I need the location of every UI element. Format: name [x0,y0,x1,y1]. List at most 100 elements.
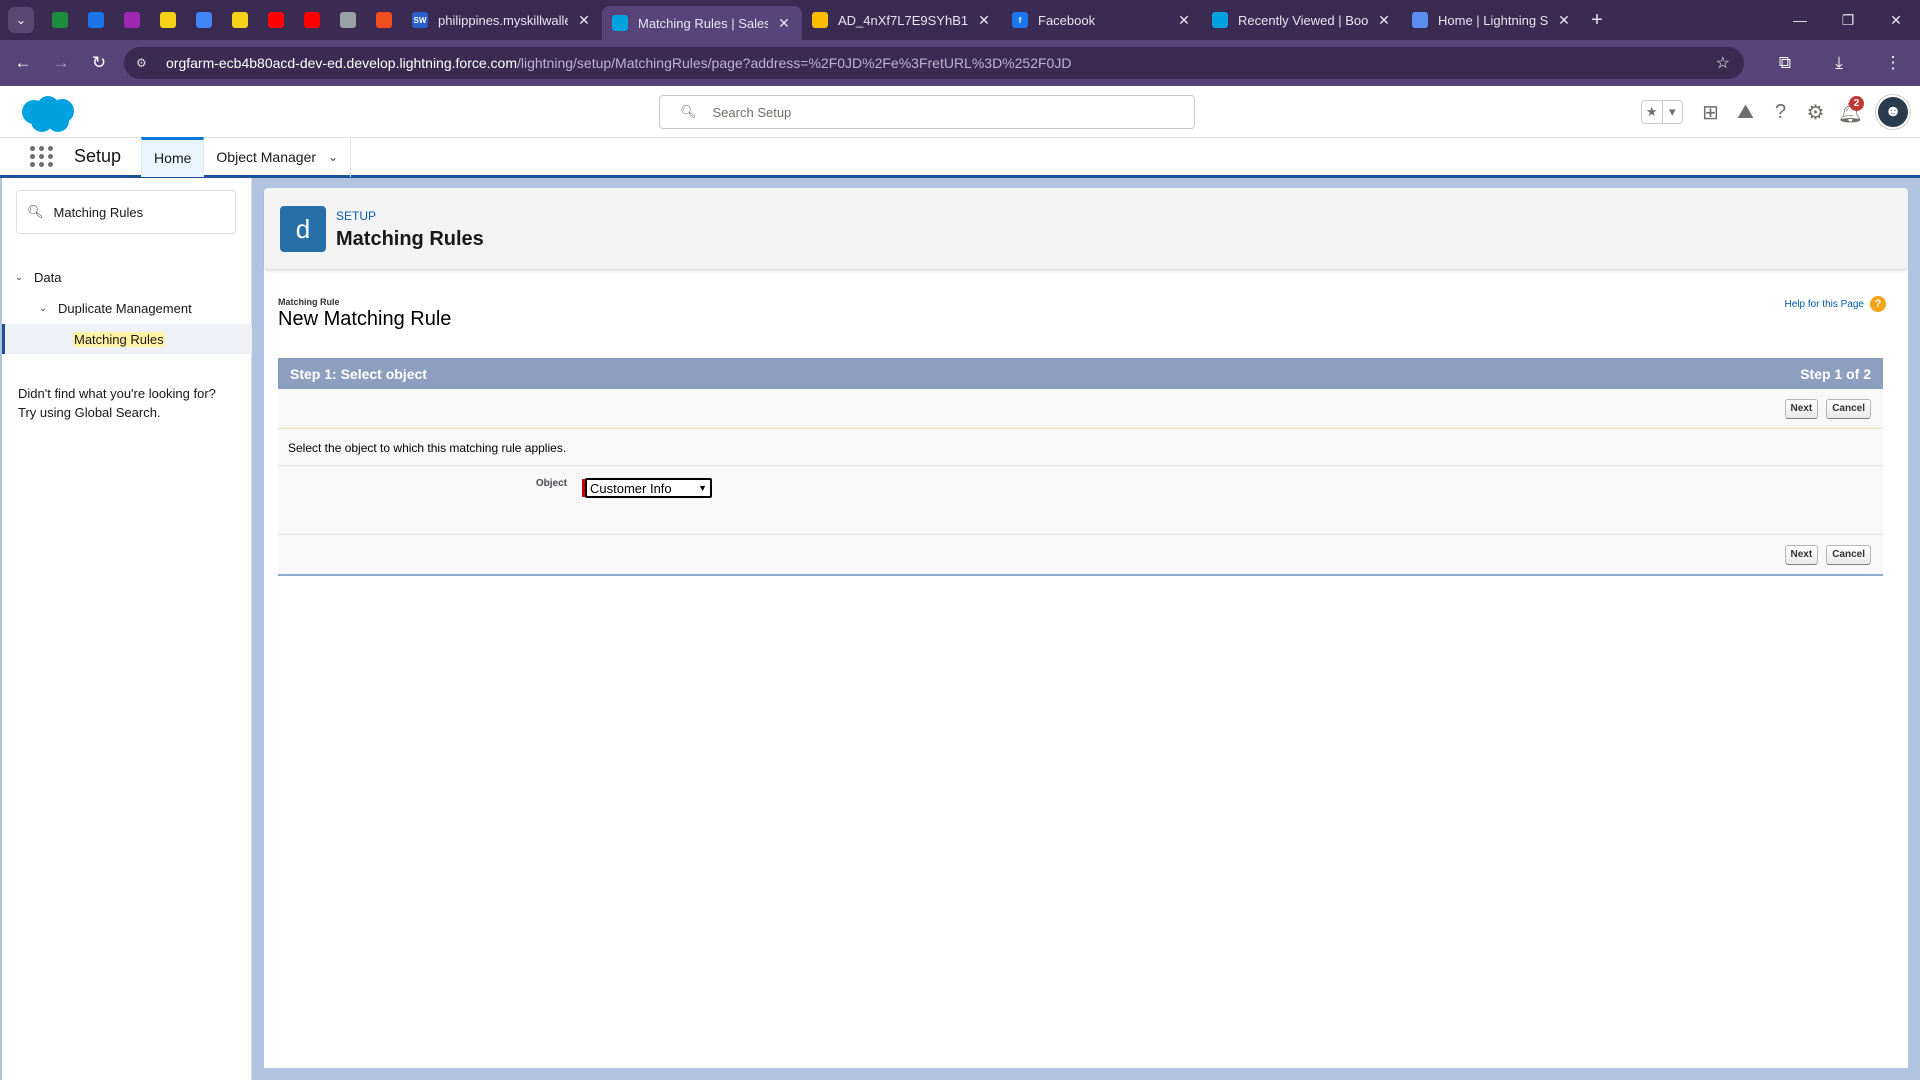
tree-item-label: Data [34,269,62,285]
record-type-label: Matching Rule [278,297,340,307]
pinned-tab-youtube-2[interactable] [294,0,330,40]
trailhead-icon[interactable]: ⛰ [1728,94,1763,130]
quick-find-input[interactable]: 🔍︎ Matching Rules [16,190,236,234]
back-icon[interactable]: ← [8,48,38,78]
minimize-window-icon[interactable]: — [1776,0,1824,40]
reload-icon[interactable]: ↻ [84,48,114,78]
tab-home-label: Home [154,150,192,166]
pinned-tab-miro-1[interactable] [150,0,186,40]
bookmark-star-icon[interactable]: ☆ [1716,53,1730,73]
help-link-label: Help for this Page [1784,298,1865,310]
search-icon: 🔍︎ [27,204,44,219]
close-tab-icon[interactable]: ✕ [776,15,792,32]
tree-item-label: Matching Rules [73,331,165,347]
browser-tab[interactable]: Recently Viewed | Bookin ✕ [1202,0,1402,40]
close-tab-icon[interactable]: ✕ [976,12,992,29]
tree-item-matching-rules[interactable]: Matching Rules [2,324,252,354]
tab-favicon-icon: SW [412,12,428,28]
miro-1-icon [160,12,176,28]
close-window-icon[interactable]: ✕ [1872,0,1920,40]
tab-title: AD_4nXf7L7E9SYhB1NF [838,12,968,28]
tab-title: Facebook [1038,12,1096,28]
no-result-line: Try using Global Search. [18,405,161,420]
browser-tab[interactable]: Home | Lightning Studio ✕ [1402,0,1582,40]
step-instructions: Select the object to which this matching… [278,430,1883,466]
global-search-input[interactable]: 🔍︎ Search Setup [659,95,1195,129]
page-title: Matching Rules [336,228,484,250]
browser-menu-icon[interactable]: ⋮ [1866,53,1920,73]
favorites-button-group[interactable]: ★ ▾ [1641,100,1683,124]
close-tab-icon[interactable]: ✕ [1176,12,1192,29]
setup-object-icon: d [280,206,326,252]
next-button[interactable]: Next [1784,544,1819,565]
setup-page-header: d SETUP Matching Rules [264,188,1908,270]
tab-object-manager[interactable]: Object Manager ⌄ [204,136,352,177]
global-header: 🔍︎ Search Setup ★ ▾ ⊞ ⛰ ? ⚙ 🔔︎ 2 ☻ [0,86,1920,138]
browser-tab[interactable]: SW philippines.myskillwallet ✕ [402,0,602,40]
pinned-tab-figma[interactable] [366,0,402,40]
help-for-page-link[interactable]: Help for this Page ? [1784,296,1886,312]
tree-item-duplicate-management[interactable]: ⌄ Duplicate Management [2,293,252,323]
address-bar[interactable]: ⚙ orgfarm-ecb4b80acd-dev-ed.develop.ligh… [124,47,1744,79]
browser-tab[interactable]: AD_4nXf7L7E9SYhB1NF ✕ [802,0,1002,40]
tree-item-data[interactable]: ⌄ Data [2,262,252,292]
classic-content-frame: Matching Rule New Matching Rule Help for… [264,282,1908,1068]
site-info-icon[interactable]: ⚙ [136,56,156,70]
tree-item-label: Duplicate Management [58,300,192,316]
favorites-dropdown-icon[interactable]: ▾ [1663,101,1683,123]
extensions-icon[interactable]: ⧉ [1758,53,1812,73]
user-avatar[interactable]: ☻ [1876,95,1910,129]
app-blue-icon [88,12,104,28]
forward-icon[interactable]: → [46,48,76,78]
wizard-block: Step 1: Select object Step 1 of 2 Next C… [278,358,1883,576]
step-title: Step 1: Select object [290,365,427,382]
quick-find-value: Matching Rules [53,204,144,220]
browser-tab[interactable]: Matching Rules | Salesfo ✕ [602,6,802,40]
miro-2-icon [232,12,248,28]
global-actions-icon[interactable]: ⊞ [1693,94,1728,130]
tab-favicon-icon: f [1012,12,1028,28]
close-tab-icon[interactable]: ✕ [1376,12,1392,29]
close-tab-icon[interactable]: ✕ [1556,12,1572,29]
pinned-tab-globe[interactable] [330,0,366,40]
new-tab-button[interactable]: + [1582,9,1612,32]
object-field-row: Object Customer Info ▼ [278,466,1883,534]
chevron-down-icon[interactable]: ⌄ [328,150,338,164]
tab-favicon-icon [812,12,828,28]
top-button-bar: Next Cancel [278,389,1883,429]
help-icon[interactable]: ? [1763,94,1798,130]
chevron-down-icon[interactable]: ⌄ [12,272,26,283]
download-icon[interactable]: ⤓ [1812,53,1866,73]
step-header: Step 1: Select object Step 1 of 2 [278,358,1883,389]
chevron-down-icon[interactable]: ⌄ [36,303,50,314]
tab-title: Home | Lightning Studio [1438,12,1548,28]
salesforce-logo[interactable] [18,94,76,134]
notification-count-badge: 2 [1849,96,1864,111]
browser-tab[interactable]: f Facebook ✕ [1002,0,1202,40]
figma-icon [376,12,392,28]
pinned-tab-sheets[interactable] [42,0,78,40]
step-count: Step 1 of 2 [1800,365,1871,382]
pinned-tab-youtube-1[interactable] [258,0,294,40]
object-select[interactable]: Customer Info ▼ [585,478,712,498]
pinned-tab-miro-2[interactable] [222,0,258,40]
pinned-tab-docs[interactable] [186,0,222,40]
search-icon: 🔍︎ [680,104,697,119]
browser-toolbar: ← → ↻ ⚙ orgfarm-ecb4b80acd-dev-ed.develo… [0,40,1920,86]
favorite-star-icon[interactable]: ★ [1642,101,1663,123]
chevron-down-icon: ▼ [698,483,707,493]
pinned-tab-play[interactable] [114,0,150,40]
cancel-button[interactable]: Cancel [1826,544,1871,565]
play-icon [124,12,140,28]
app-launcher-icon[interactable] [30,144,56,170]
tab-home[interactable]: Home [141,136,205,177]
restore-window-icon[interactable]: ❐ [1824,0,1872,40]
next-button[interactable]: Next [1784,398,1819,419]
pinned-tab-app-blue[interactable] [78,0,114,40]
close-tab-icon[interactable]: ✕ [576,12,592,29]
notifications-bell-icon[interactable]: 🔔︎ 2 [1833,94,1868,130]
setup-sidebar: 🔍︎ Matching Rules ⌄ Data ⌄ Duplicate Man… [2,178,252,1080]
tab-search-menu-icon[interactable]: ⌄ [8,7,34,33]
setup-gear-icon[interactable]: ⚙ [1798,94,1833,130]
cancel-button[interactable]: Cancel [1826,398,1871,419]
